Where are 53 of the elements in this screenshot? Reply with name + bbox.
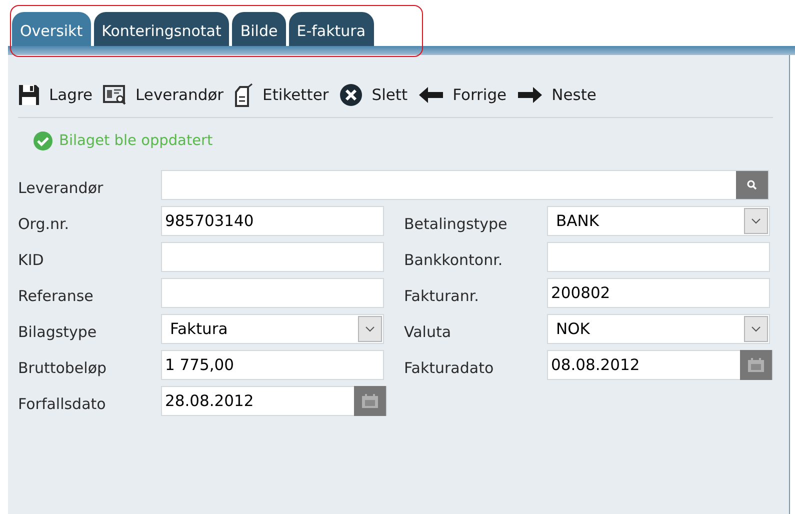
- tag-icon: [234, 83, 254, 107]
- calendar-button[interactable]: [740, 350, 772, 380]
- tab[interactable]: Konteringsnotat: [94, 12, 230, 46]
- field-label: Valuta: [404, 322, 452, 340]
- input-field[interactable]: [161, 278, 384, 308]
- input-field[interactable]: 200802: [547, 278, 770, 308]
- field-label: Fakturadato: [404, 358, 495, 376]
- toolbar-button[interactable]: Neste: [516, 82, 596, 108]
- dropdown-field[interactable]: BANK: [547, 206, 770, 236]
- card-search-icon: [102, 84, 127, 106]
- tab[interactable]: Bilde: [232, 12, 286, 46]
- arrow-left-icon: [418, 86, 444, 104]
- tab[interactable]: Oversikt: [12, 12, 91, 46]
- calendar-icon: [361, 393, 379, 409]
- field-label: Fakturanr.: [404, 286, 480, 304]
- input-field[interactable]: [161, 242, 384, 272]
- field-label: Org.nr.: [18, 214, 70, 232]
- input-field[interactable]: 985703140: [161, 206, 384, 236]
- date-field[interactable]: 08.08.2012: [547, 350, 773, 380]
- dropdown-button[interactable]: [744, 316, 768, 342]
- field-label: Bruttobeløp: [18, 358, 108, 376]
- field-label: Forfallsdato: [18, 394, 107, 412]
- chevron-down-icon: [365, 326, 375, 332]
- calendar-button[interactable]: [354, 386, 386, 416]
- toolbar-button[interactable]: Leverandør: [102, 80, 224, 110]
- field-label: Bilagstype: [18, 322, 98, 340]
- checkmark-icon: [33, 131, 53, 151]
- tab[interactable]: E-faktura: [288, 12, 374, 46]
- field-label: KID: [18, 250, 45, 268]
- dropdown-button[interactable]: [744, 208, 768, 234]
- search-field[interactable]: [161, 170, 769, 200]
- dropdown-field[interactable]: NOK: [547, 314, 770, 344]
- toolbar-button[interactable]: Forrige: [418, 82, 507, 108]
- dropdown-field[interactable]: Faktura: [161, 314, 384, 344]
- toolbar-button[interactable]: Lagre: [18, 80, 93, 110]
- arrow-right-icon: [516, 86, 543, 104]
- input-field[interactable]: 1 775,00: [161, 350, 384, 380]
- search-button[interactable]: [736, 171, 768, 199]
- date-field[interactable]: 28.08.2012: [161, 386, 387, 416]
- chevron-down-icon: [751, 218, 761, 224]
- delete-icon: [338, 83, 363, 107]
- field-label: Leverandør: [18, 178, 104, 196]
- dropdown-button[interactable]: [358, 316, 382, 342]
- field-label: Referanse: [18, 286, 94, 304]
- search-icon: [747, 180, 757, 190]
- chevron-down-icon: [751, 326, 761, 332]
- toolbar-button[interactable]: Etiketter: [234, 79, 329, 111]
- calendar-icon: [747, 357, 765, 373]
- field-label: Betalingstype: [404, 214, 508, 232]
- status-message: Bilaget ble oppdatert: [59, 133, 213, 149]
- input-field[interactable]: [547, 242, 770, 272]
- toolbar-button[interactable]: Slett: [338, 79, 408, 111]
- field-label: Bankkontonr.: [404, 250, 504, 268]
